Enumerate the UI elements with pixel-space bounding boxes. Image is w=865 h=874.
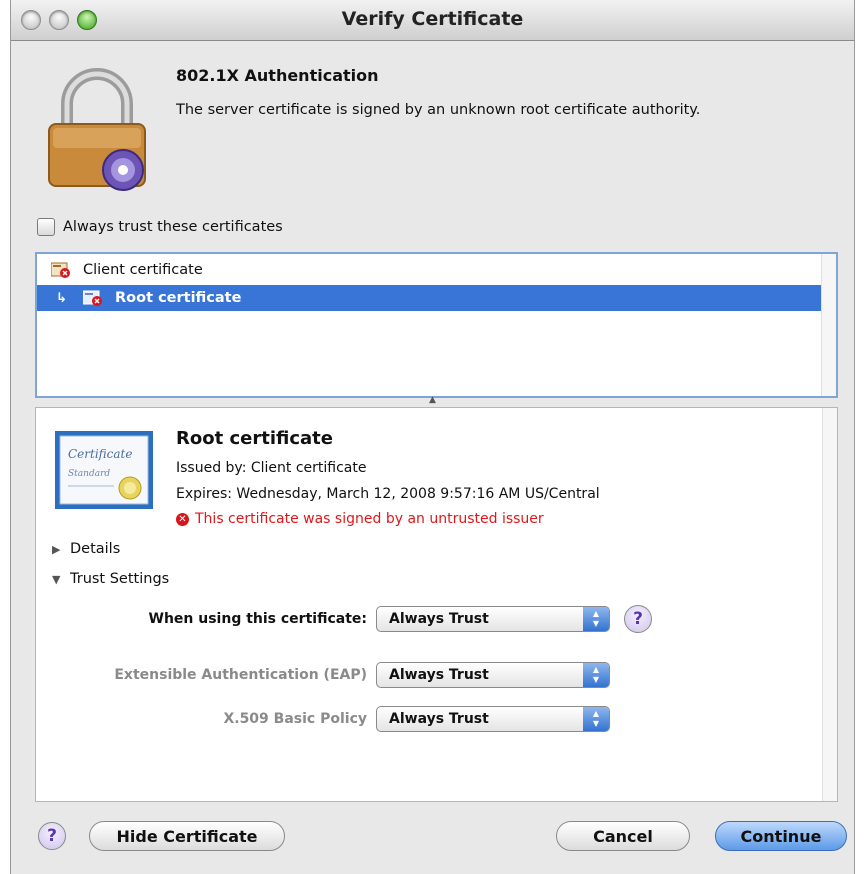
certificate-icon: Certificate Standard xyxy=(55,431,153,509)
error-icon: ✕ xyxy=(176,512,189,526)
when-using-value: Always Trust xyxy=(389,611,489,627)
certificate-detail-pane: Certificate Standard Root certificate Is… xyxy=(35,407,838,802)
split-view-handle[interactable]: ▲ xyxy=(11,395,854,407)
x509-popup[interactable]: Always Trust ▲ ▼ xyxy=(376,706,610,732)
trust-settings-disclosure[interactable]: ▼ Trust Settings xyxy=(52,571,169,587)
always-trust-label: Always trust these certificates xyxy=(63,219,283,235)
cert-icon-text-2: Standard xyxy=(68,469,110,479)
window-title: Verify Certificate xyxy=(341,8,524,30)
continue-button[interactable]: Continue xyxy=(715,821,847,851)
list-item-root-certificate[interactable]: ↳ Root certificate xyxy=(37,285,824,311)
client-certificate-label: Client certificate xyxy=(83,262,203,278)
auth-title: 802.1X Authentication xyxy=(176,66,379,85)
always-trust-checkbox[interactable] xyxy=(37,218,55,236)
verify-certificate-window: Verify Certificate 802.1X Authentication… xyxy=(10,0,855,874)
untrusted-warning: ✕ This certificate was signed by an untr… xyxy=(176,511,544,527)
detail-scrollbar[interactable] xyxy=(822,408,837,801)
untrusted-warning-text: This certificate was signed by an untrus… xyxy=(195,511,544,527)
popup-arrows-icon: ▲ ▼ xyxy=(583,607,609,631)
popup-arrows-icon: ▲ ▼ xyxy=(583,707,609,731)
child-arrow-icon: ↳ xyxy=(56,290,67,306)
trust-settings-label: Trust Settings xyxy=(70,571,170,587)
cert-error-icon xyxy=(51,262,70,278)
hide-certificate-button[interactable]: Hide Certificate xyxy=(89,821,285,851)
disclosure-down-icon: ▼ xyxy=(52,572,61,586)
x509-value: Always Trust xyxy=(389,711,489,727)
auth-message: The server certificate is signed by an u… xyxy=(176,102,701,118)
eap-value: Always Trust xyxy=(389,667,489,683)
eap-label: Extensible Authentication (EAP) xyxy=(114,667,367,683)
cancel-button[interactable]: Cancel xyxy=(556,821,690,851)
eap-popup[interactable]: Always Trust ▲ ▼ xyxy=(376,662,610,688)
cert-icon-text-1: Certificate xyxy=(68,447,132,461)
certificate-name: Root certificate xyxy=(176,428,333,449)
root-certificate-label: Root certificate xyxy=(115,290,242,306)
x509-label: X.509 Basic Policy xyxy=(223,711,367,727)
cert-error-icon xyxy=(83,290,102,306)
disclosure-right-icon: ▶ xyxy=(52,542,61,556)
certificate-list[interactable]: Client certificate ↳ Root certificate xyxy=(35,252,838,398)
always-trust-row[interactable]: Always trust these certificates xyxy=(37,218,283,236)
list-item-client-certificate[interactable]: Client certificate xyxy=(37,257,824,283)
trust-help-button[interactable]: ? xyxy=(624,605,652,633)
lock-icon xyxy=(48,68,146,191)
when-using-popup[interactable]: Always Trust ▲ ▼ xyxy=(376,606,610,632)
details-disclosure[interactable]: ▶ Details xyxy=(52,541,120,557)
when-using-label: When using this certificate: xyxy=(148,611,367,627)
help-button[interactable]: ? xyxy=(38,822,66,850)
issued-by: Issued by: Client certificate xyxy=(176,460,367,476)
details-label: Details xyxy=(70,541,121,557)
popup-arrows-icon: ▲ ▼ xyxy=(583,663,609,687)
title-bar: Verify Certificate xyxy=(11,0,854,41)
list-scrollbar[interactable] xyxy=(821,254,836,396)
expires: Expires: Wednesday, March 12, 2008 9:57:… xyxy=(176,486,600,502)
